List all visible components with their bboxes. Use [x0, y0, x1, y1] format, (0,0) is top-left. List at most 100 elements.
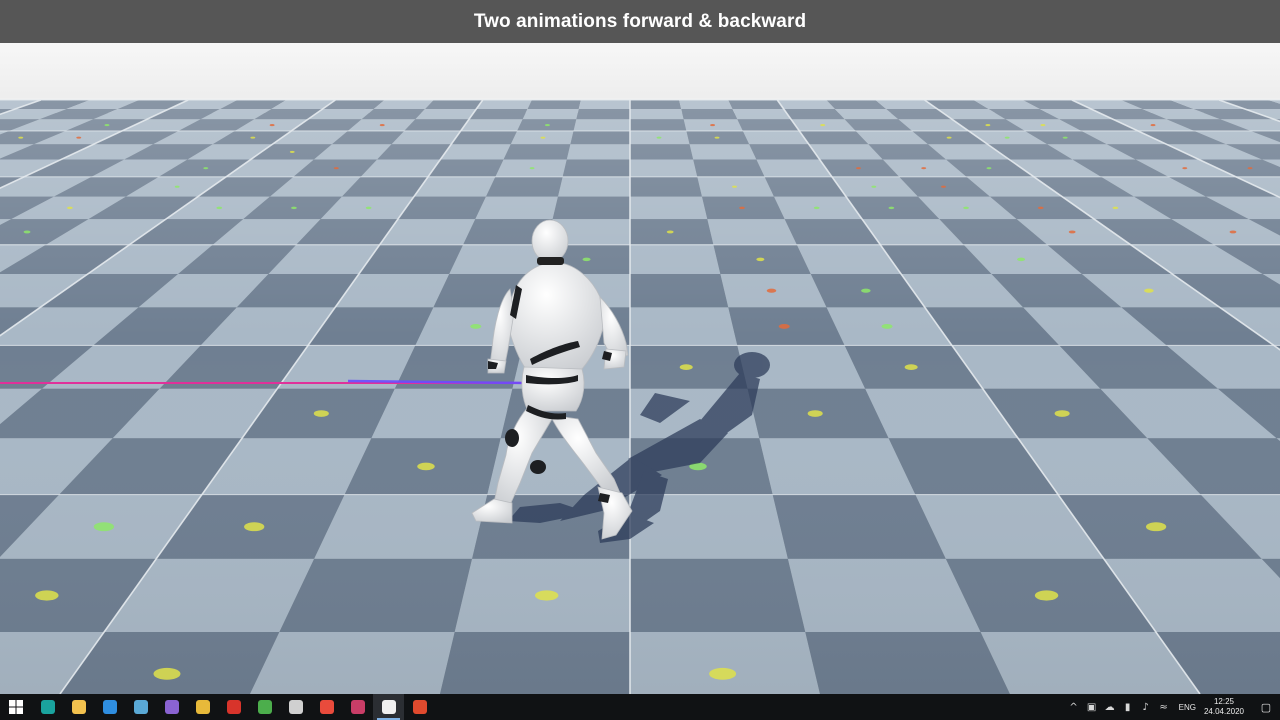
floor-marker [269, 124, 275, 127]
obs-icon [288, 700, 303, 714]
floor-marker [23, 230, 31, 234]
floor-marker [986, 167, 992, 170]
unreal-engine-icon [381, 700, 396, 714]
floor-marker [888, 206, 895, 210]
floor-marker [203, 167, 209, 170]
floor-marker [313, 410, 329, 417]
taskbar-app[interactable] [404, 694, 435, 720]
floor-marker [963, 206, 969, 210]
show-hidden-icons-chevron-icon[interactable]: ^ [1067, 700, 1081, 714]
network-icon[interactable]: ▣ [1085, 700, 1099, 714]
taskbar-app[interactable] [63, 694, 94, 720]
floor-marker [756, 257, 765, 262]
floor-marker [1247, 167, 1253, 170]
app-window-icon [133, 700, 148, 714]
floor-shading [0, 98, 1280, 694]
floor-marker [714, 136, 720, 139]
taskbar-app[interactable] [218, 694, 249, 720]
floor-marker [1040, 124, 1046, 127]
floor-marker [67, 206, 73, 210]
floor-marker [946, 136, 952, 139]
battery-icon[interactable]: ▮ [1121, 700, 1135, 714]
notification-center-icon[interactable]: ▢ [1252, 694, 1280, 720]
floor-marker [529, 167, 535, 170]
floor-marker [679, 364, 693, 370]
floor-marker [289, 150, 295, 153]
floor-marker [985, 124, 991, 127]
taskbar-app[interactable] [32, 694, 63, 720]
taskbar-app[interactable] [156, 694, 187, 720]
floor-marker [813, 206, 820, 210]
taskbar-app[interactable] [373, 694, 404, 720]
floor-marker [545, 124, 550, 127]
floor-marker [1037, 206, 1044, 210]
floor-marker [1062, 136, 1068, 139]
floor-marker [76, 136, 82, 139]
app-mail-icon [350, 700, 365, 714]
taskbar-app[interactable] [249, 694, 280, 720]
floor-marker [540, 136, 546, 139]
floor-marker [881, 323, 893, 329]
visual-studio-icon [164, 700, 179, 714]
app-blue-icon [102, 700, 117, 714]
viewport-scene [0, 43, 1280, 694]
floor-marker [93, 522, 115, 532]
floor-marker [1229, 230, 1237, 234]
taskbar-app[interactable] [125, 694, 156, 720]
floor-marker [1054, 410, 1070, 417]
floor-marker [291, 206, 297, 210]
chrome-icon [195, 700, 210, 714]
floor-marker [666, 230, 674, 234]
floor-marker [153, 667, 181, 680]
app-colorful-icon [319, 700, 334, 714]
floor-marker [417, 462, 435, 471]
floor-marker [1034, 590, 1059, 601]
video-title: Two animations forward & backward [473, 10, 807, 32]
taskbar-app[interactable] [187, 694, 218, 720]
floor-marker [1004, 136, 1010, 139]
system-tray: ^ ▣ ☁ ▮ ♪ ≈ ENG 12:25 24.04.2020 ▢ [1065, 694, 1280, 720]
floor-marker [871, 185, 877, 188]
floor-marker [807, 410, 823, 417]
clock[interactable]: 12:25 24.04.2020 [1204, 697, 1244, 717]
floor-marker [250, 136, 256, 139]
game-viewport[interactable] [0, 43, 1280, 694]
floor-marker [739, 206, 745, 210]
floor-marker [35, 590, 59, 601]
floor-marker [1112, 206, 1119, 210]
taskbar-app[interactable] [342, 694, 373, 720]
floor-marker [470, 323, 482, 329]
floor-marker [104, 124, 110, 127]
floor-marker [904, 364, 918, 370]
floor-marker [766, 288, 777, 293]
floor-marker [216, 206, 223, 210]
taskbar-app[interactable] [311, 694, 342, 720]
file-explorer-icon [71, 700, 86, 714]
floor-marker [365, 206, 372, 210]
floor-marker [856, 167, 861, 170]
input-language[interactable]: ENG [1179, 703, 1196, 712]
floor-marker [710, 124, 715, 127]
app-green-icon [257, 700, 272, 714]
taskbar-app[interactable] [280, 694, 311, 720]
clock-time: 12:25 [1213, 697, 1234, 706]
floor-marker [732, 185, 737, 188]
floor-marker [379, 124, 385, 127]
windows-logo-icon [9, 700, 23, 714]
floor-marker [1017, 257, 1026, 262]
wifi-icon[interactable]: ≈ [1157, 700, 1171, 714]
floor-marker [656, 136, 662, 139]
taskbar-apps [32, 694, 435, 720]
volume-icon[interactable]: ♪ [1139, 700, 1153, 714]
floor-marker [941, 185, 946, 188]
cloud-icon[interactable]: ☁ [1103, 700, 1117, 714]
windows-taskbar: ^ ▣ ☁ ▮ ♪ ≈ ENG 12:25 24.04.2020 ▢ [0, 694, 1280, 720]
app-red-icon [226, 700, 241, 714]
taskbar-app[interactable] [94, 694, 125, 720]
start-button[interactable] [0, 694, 32, 720]
floor-marker [244, 522, 265, 532]
floor-marker [1182, 167, 1188, 170]
app-shield-icon [412, 700, 427, 714]
floor-marker [820, 124, 826, 127]
floor-marker [921, 167, 927, 170]
